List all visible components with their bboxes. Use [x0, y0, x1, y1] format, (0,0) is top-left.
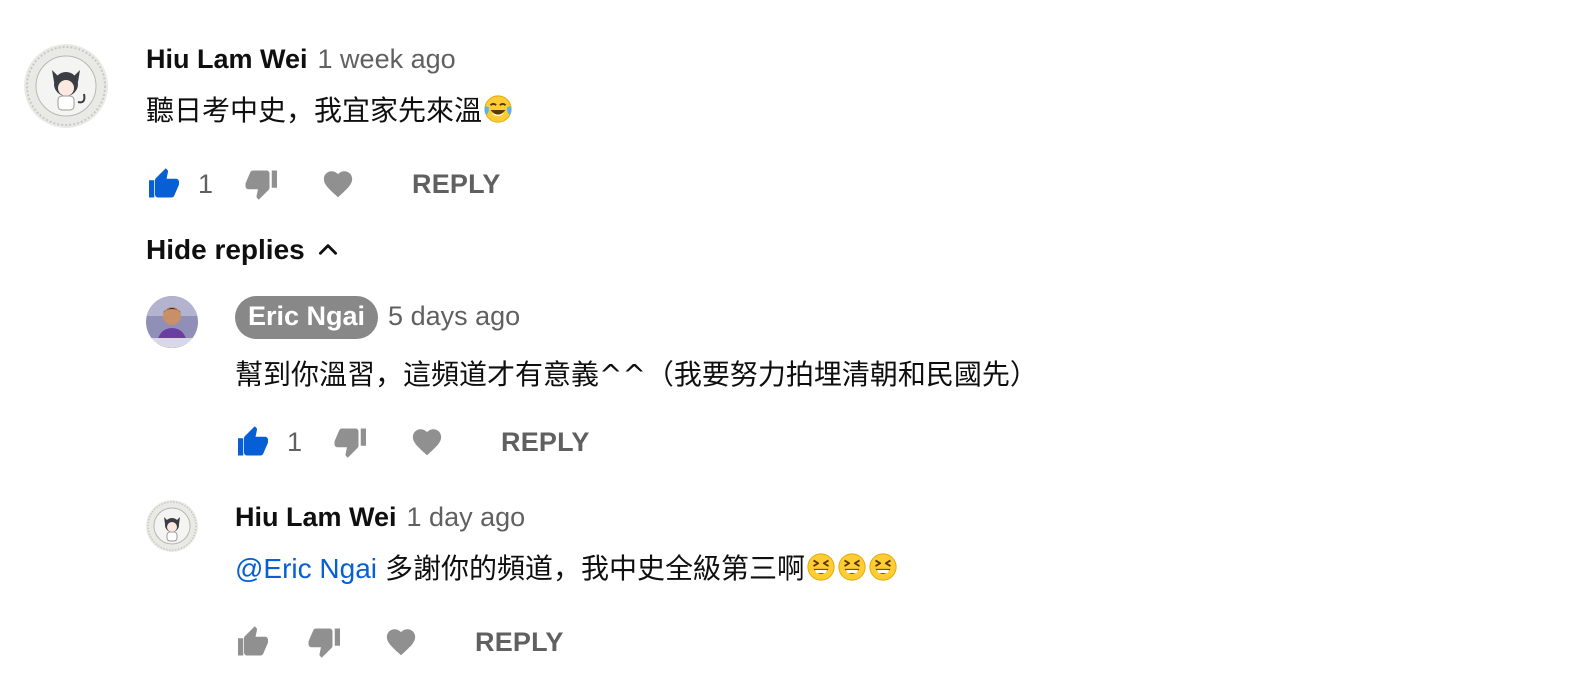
comment-timestamp[interactable]: 1 week ago — [318, 44, 456, 75]
thumb-down-icon — [333, 424, 369, 460]
like-count: 1 — [198, 168, 214, 199]
avatar[interactable] — [146, 500, 198, 552]
chevron-up-icon — [318, 244, 337, 255]
reply-button[interactable]: REPLY — [412, 169, 501, 200]
dislike-button[interactable] — [331, 422, 371, 462]
heart-icon — [321, 167, 355, 201]
heart-button[interactable] — [407, 422, 447, 462]
avatar[interactable] — [146, 296, 198, 348]
channel-owner-badge[interactable]: Eric Ngai — [235, 296, 379, 339]
reply: Hiu Lam Wei 1 day ago @Eric Ngai 多謝你的頻道，我… — [235, 502, 898, 587]
face-with-tears-of-joy-emoji — [483, 94, 513, 124]
reply-button[interactable]: REPLY — [501, 427, 590, 458]
avatar[interactable] — [24, 44, 108, 128]
grinning-squinting-face-emoji — [868, 552, 898, 582]
thumb-up-icon — [235, 624, 271, 660]
comment-thread: Hiu Lam Wei 1 week ago 聽日考中史，我宜家先來溫 1 RE… — [0, 0, 1570, 700]
heart-icon — [384, 625, 418, 659]
reply: Eric Ngai 5 days ago 幫到你溫習，這頻道才有意義^^（我要努… — [235, 296, 1038, 393]
comment: Hiu Lam Wei 1 week ago 聽日考中史，我宜家先來溫 — [146, 44, 513, 129]
mention-link[interactable]: @Eric Ngai — [235, 553, 377, 584]
heart-button[interactable] — [381, 622, 421, 662]
hide-replies-label: Hide replies — [146, 234, 305, 265]
comment-author[interactable]: Hiu Lam Wei — [146, 44, 308, 75]
dislike-button[interactable] — [305, 622, 345, 662]
heart-icon — [410, 425, 444, 459]
heart-button[interactable] — [318, 164, 358, 204]
reply-action-bar: 1 REPLY — [233, 422, 590, 462]
reply-text: 幫到你溫習，這頻道才有意義^^（我要努力拍埋清朝和民國先） — [235, 358, 1038, 391]
grinning-squinting-face-emoji — [806, 552, 836, 582]
reply-timestamp[interactable]: 1 day ago — [407, 502, 526, 533]
like-count: 1 — [287, 426, 303, 457]
comment-action-bar: 1 REPLY — [144, 164, 501, 204]
like-button[interactable] — [233, 622, 273, 662]
thumb-up-icon — [146, 166, 182, 202]
like-button[interactable] — [233, 422, 273, 462]
reply-action-bar: REPLY — [233, 622, 564, 662]
reply-timestamp[interactable]: 5 days ago — [388, 301, 520, 332]
reply-author[interactable]: Hiu Lam Wei — [235, 502, 397, 533]
dislike-button[interactable] — [242, 164, 282, 204]
thumb-up-icon — [235, 424, 271, 460]
hide-replies-button[interactable]: Hide replies — [146, 234, 341, 266]
comment-text: 聽日考中史，我宜家先來溫 — [146, 89, 513, 129]
grinning-squinting-face-emoji — [837, 552, 867, 582]
reply-text: @Eric Ngai 多謝你的頻道，我中史全級第三啊 — [235, 547, 898, 587]
reply-button[interactable]: REPLY — [475, 627, 564, 658]
comment-text-content: 聽日考中史，我宜家先來溫 — [146, 94, 483, 127]
thumb-down-icon — [244, 166, 280, 202]
reply-text-content: 多謝你的頻道，我中史全級第三啊 — [385, 552, 806, 585]
like-button[interactable] — [144, 164, 184, 204]
thumb-down-icon — [307, 624, 343, 660]
